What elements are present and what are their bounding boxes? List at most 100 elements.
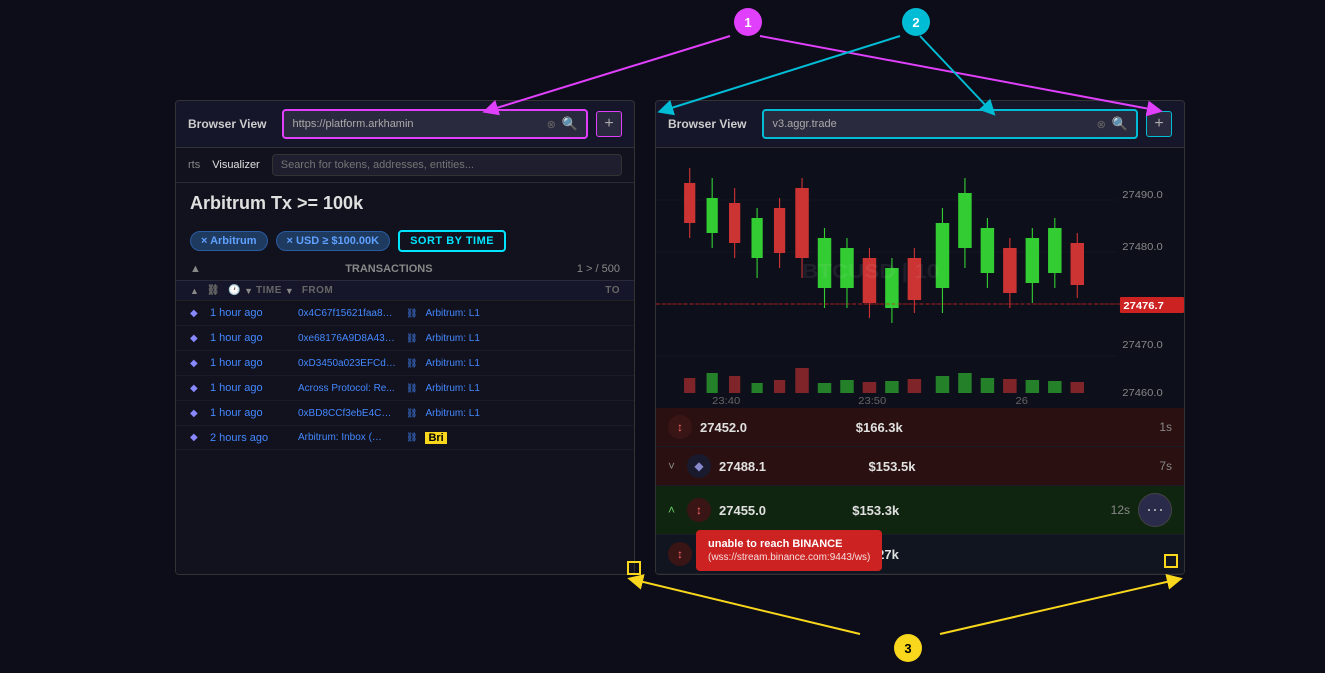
table-row: ◆ 1 hour ago 0xD3450a023EFCd10c28b... ⛓ … (176, 351, 634, 376)
svg-text:23:40: 23:40 (712, 396, 740, 407)
table-row: ◆ 1 hour ago 0xe68176A9D8A4323Ea3F... ⛓ … (176, 326, 634, 351)
tx-hash[interactable]: Arbitrum: Inbox (… (298, 432, 398, 443)
browser-left-content: rts Visualizer Arbitrum Tx >= 100k × Arb… (176, 148, 634, 574)
annotation-circle-2 (902, 8, 930, 36)
arrow-2-left (665, 36, 900, 110)
col-to-label: TO (605, 285, 620, 296)
browser-right-new-tab[interactable]: + (1146, 111, 1172, 137)
trade-price-2: 27488.1 (719, 459, 860, 474)
trade-row-sell-2: ˄ ↕ 27455.0 $153.3k 12s ⋯ (656, 486, 1184, 535)
browser-right-header: Browser View v3.aggr.trade ⊗ 🔍 + (656, 101, 1184, 148)
tx-hash[interactable]: Across Protocol: Re... (298, 383, 398, 394)
transactions-header: ▲ TRANSACTIONS 1 > / 500 (176, 258, 634, 281)
more-button[interactable]: ⋯ (1138, 493, 1172, 527)
trade-time-2: 7s (1159, 459, 1172, 473)
browser-left-header: Browser View https://platform.arkhamin ⊗… (176, 101, 634, 148)
sort-by-time-button[interactable]: SORT BY TIME (398, 230, 506, 252)
arrow-1-right (760, 36, 1155, 110)
tx-time: 1 hour ago (210, 382, 290, 394)
chart-area: 27490.0 27480.0 27476.7 27470.0 27460.0 … (656, 148, 1184, 408)
chain-link-icon: ⛓ (406, 383, 417, 394)
candlestick-chart: 27490.0 27480.0 27476.7 27470.0 27460.0 … (656, 148, 1184, 408)
filter-usd[interactable]: × USD ≥ $100.00K (276, 231, 391, 251)
browser-right-url-close[interactable]: ⊗ (1097, 118, 1106, 131)
svg-text:BTCUSD | 10: BTCUSD | 10 (802, 260, 939, 283)
tx-hash[interactable]: 0xe68176A9D8A4323Ea3F... (298, 333, 398, 344)
tx-to[interactable]: Arbitrum: L1 (425, 408, 620, 419)
browser-right: Browser View v3.aggr.trade ⊗ 🔍 + (655, 100, 1185, 575)
browser-right-url-text: v3.aggr.trade (772, 118, 1090, 130)
nav-item-rts[interactable]: rts (188, 159, 200, 171)
trade-time-3: 12s (1111, 503, 1130, 517)
resize-handle-right[interactable] (1164, 554, 1178, 568)
tx-icon: ◆ (190, 333, 202, 344)
trade-usd-2: $153.5k (868, 459, 1151, 474)
browser-right-content: 27490.0 27480.0 27476.7 27470.0 27460.0 … (656, 148, 1184, 574)
trade-usd-3: $153.3k (852, 503, 1102, 518)
col-time-sort-down2[interactable]: ▼ (285, 286, 294, 296)
browser-left-url-bar[interactable]: https://platform.arkhamin ⊗ 🔍 (282, 109, 588, 139)
svg-text:27476.7: 27476.7 (1123, 301, 1164, 312)
annotation-circle-3 (894, 634, 922, 662)
table-row: ◆ 1 hour ago 0xBD8CCf3ebE4CC2D5796... ⛓ … (176, 401, 634, 426)
tx-to[interactable]: Arbitrum: L1 (425, 333, 620, 344)
col-from-label: FROM (302, 285, 597, 296)
svg-text:27480.0: 27480.0 (1122, 242, 1163, 253)
tx-icon: ◆ (190, 432, 202, 443)
nav-item-visualizer[interactable]: Visualizer (212, 159, 260, 171)
col-time-sort-down[interactable]: ▼ (244, 286, 253, 296)
sell-icon-1: ↕ (668, 415, 692, 439)
tx-to[interactable]: Arbitrum: L1 (425, 383, 620, 394)
sell-icon-3: ↕ (668, 542, 692, 566)
trade-price-3: 27455.0 (719, 503, 844, 518)
error-toast-title: unable to reach BINANCE (708, 538, 870, 550)
tx-to[interactable]: Bri (425, 432, 620, 444)
browser-left-new-tab[interactable]: + (596, 111, 622, 137)
tx-time: 2 hours ago (210, 432, 290, 444)
trade-usd-4: $127k (863, 547, 1172, 562)
tx-to[interactable]: Arbitrum: L1 (425, 358, 620, 369)
annotation-label-1: 1 (744, 15, 751, 30)
tx-to[interactable]: Arbitrum: L1 (425, 308, 620, 319)
trade-usd-1: $166.3k (856, 420, 1152, 435)
filter-arbitrum[interactable]: × Arbitrum (190, 231, 268, 251)
annotation-label-2: 2 (912, 15, 919, 30)
binance-icon: ◆ (687, 454, 711, 478)
collapse-icon[interactable]: ▲ (190, 263, 201, 275)
col-headers: ▲ ⛓ 🕐 ▼ TIME ▼ FROM TO (176, 281, 634, 301)
chain-link-icon: ⛓ (406, 408, 417, 419)
tx-icon: ◆ (190, 308, 202, 319)
chevron-up-icon: ˄ (668, 503, 675, 517)
browser-left-url-close[interactable]: ⊗ (547, 118, 556, 131)
search-input[interactable] (272, 154, 622, 176)
resize-handle-left[interactable] (627, 561, 641, 575)
filter-row: × Arbitrum × USD ≥ $100.00K SORT BY TIME (176, 224, 634, 258)
transactions-label: TRANSACTIONS (345, 263, 432, 275)
browser-right-title: Browser View (668, 117, 746, 131)
table-row: ◆ 1 hour ago Across Protocol: Re... ⛓ Ar… (176, 376, 634, 401)
outer-container: 1 2 3 (0, 0, 1325, 673)
browsers-container: Browser View https://platform.arkhamin ⊗… (175, 100, 1185, 575)
col-time-label: TIME (256, 285, 282, 296)
tx-time: 1 hour ago (210, 307, 290, 319)
col-sort-icon[interactable]: ▲ (190, 286, 199, 296)
browser-left-search-icon[interactable]: 🔍 (562, 116, 578, 132)
arrow-3-left (635, 580, 860, 634)
transactions-count: 1 > / 500 (577, 263, 620, 275)
svg-text:27460.0: 27460.0 (1122, 388, 1163, 399)
tx-hash[interactable]: 0xD3450a023EFCd10c28b... (298, 358, 398, 369)
tx-icon: ◆ (190, 383, 202, 394)
tx-hash[interactable]: 0x4C67f15621faa854324... (298, 308, 398, 319)
svg-text:27490.0: 27490.0 (1122, 190, 1163, 201)
svg-text:26: 26 (1015, 396, 1028, 407)
tx-hash[interactable]: 0xBD8CCf3ebE4CC2D5796... (298, 408, 398, 419)
browser-right-url-bar[interactable]: v3.aggr.trade ⊗ 🔍 (762, 109, 1138, 139)
tx-time: 1 hour ago (210, 332, 290, 344)
chain-link-icon: ⛓ (406, 358, 417, 369)
tx-icon: ◆ (190, 358, 202, 369)
tx-time: 1 hour ago (210, 357, 290, 369)
annotation-circle-1 (734, 8, 762, 36)
browser-right-search-icon[interactable]: 🔍 (1112, 116, 1128, 132)
error-toast: unable to reach BINANCE (wss://stream.bi… (696, 530, 882, 571)
chevron-down-icon: ˅ (668, 459, 675, 473)
